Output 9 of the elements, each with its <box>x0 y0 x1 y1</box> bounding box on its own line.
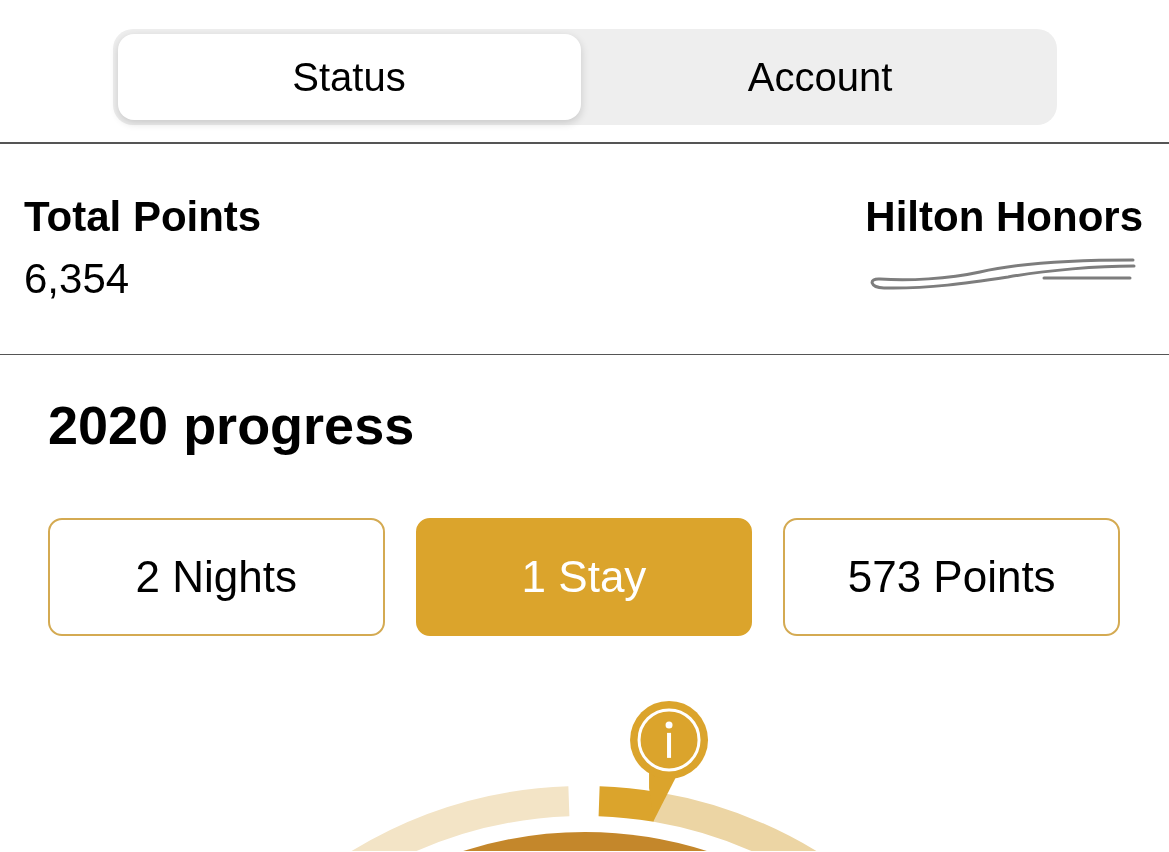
progress-tab[interactable]: 573 Points <box>783 518 1120 636</box>
info-pin-icon[interactable] <box>630 700 709 820</box>
total-points-value: 6,354 <box>24 253 130 304</box>
program-name: Hilton Honors <box>865 191 1143 242</box>
total-points-label: Total Points <box>24 191 262 242</box>
section-title: 2020 progress <box>48 394 415 456</box>
progress-tab[interactable]: 2 Nights <box>48 518 385 636</box>
segment-tab[interactable]: Status <box>117 34 581 120</box>
segment-tab[interactable]: Account <box>588 34 1052 120</box>
